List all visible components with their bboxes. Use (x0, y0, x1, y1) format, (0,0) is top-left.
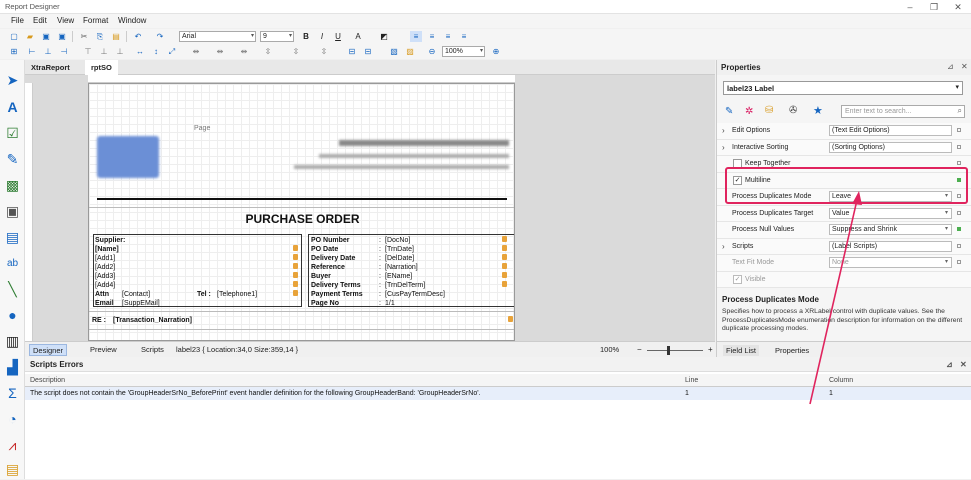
annotation-arrow (809, 191, 862, 405)
